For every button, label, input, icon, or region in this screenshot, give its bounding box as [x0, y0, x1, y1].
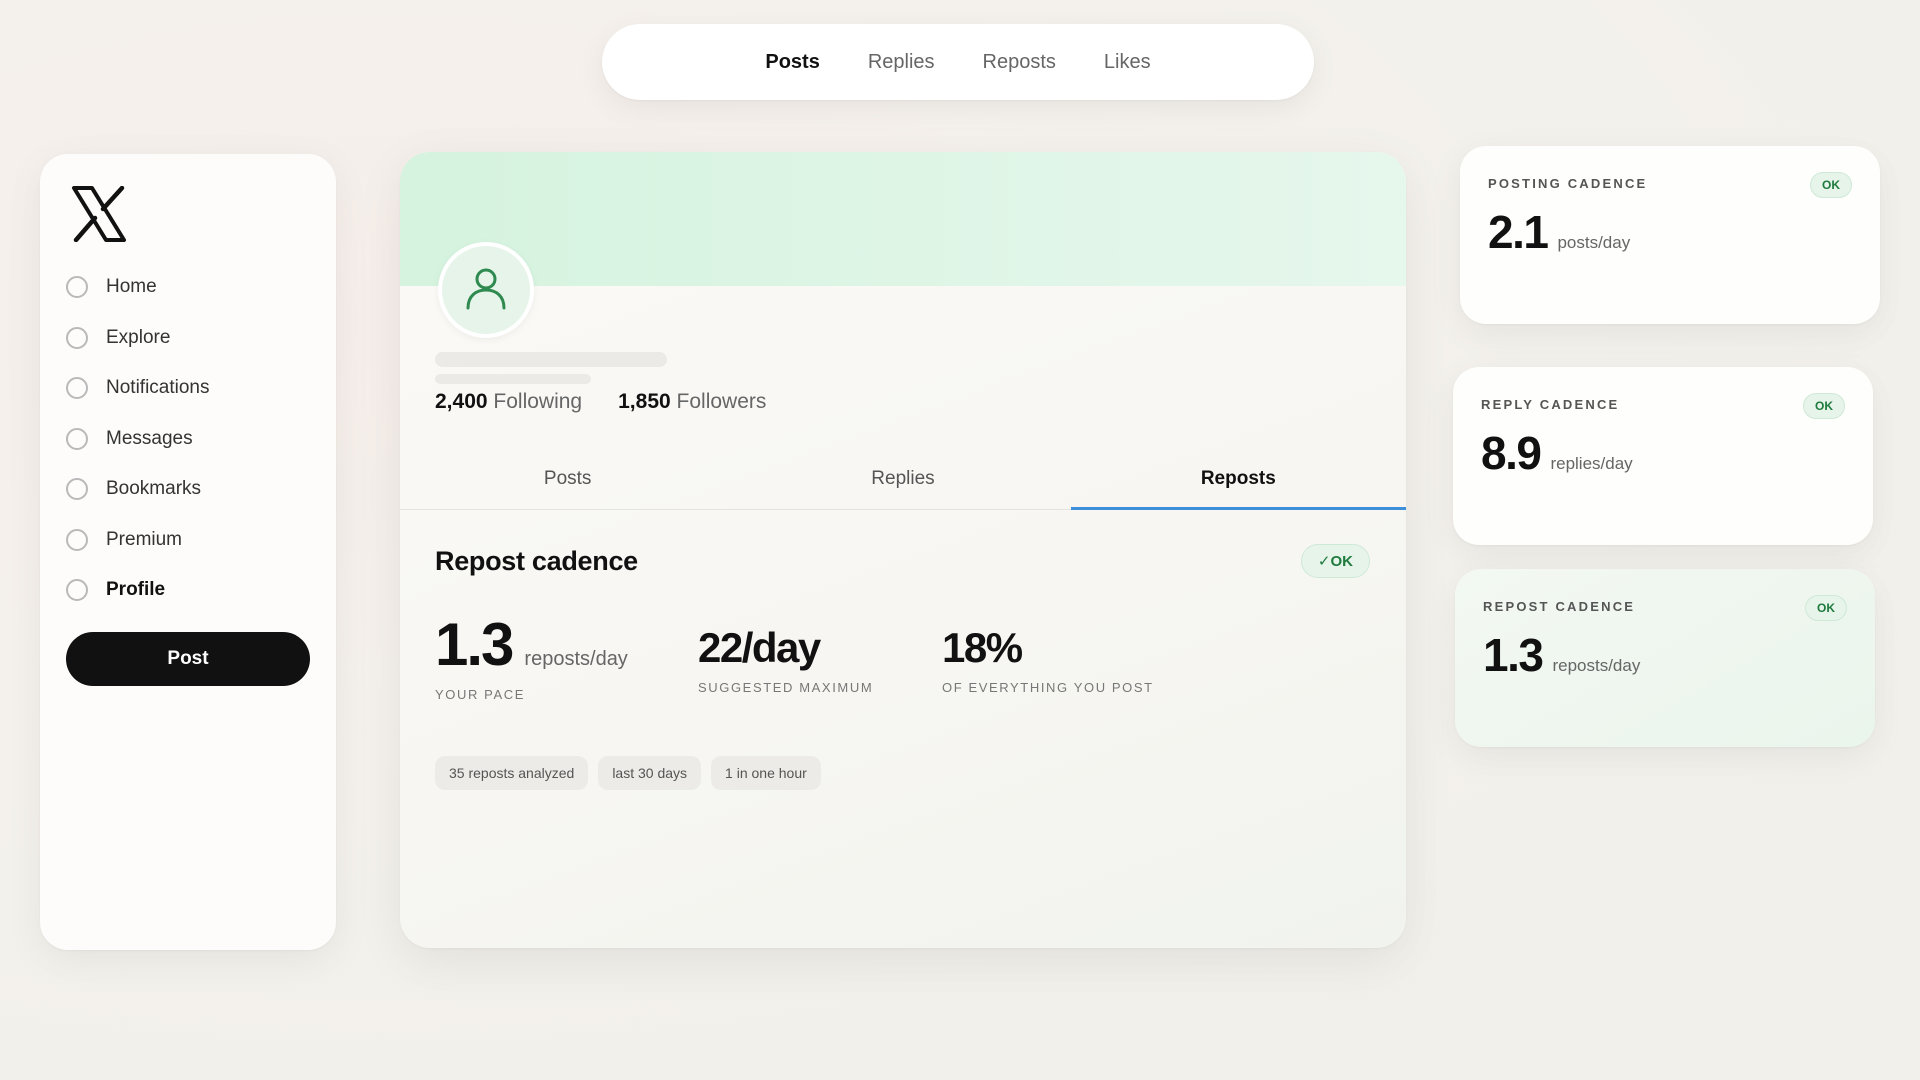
reply-cadence-card: REPLY CADENCE OK 8.9 replies/day — [1453, 367, 1873, 545]
circle-icon — [66, 478, 88, 501]
card-value: 2.1 — [1488, 206, 1549, 258]
sidebar-item-label: Bookmarks — [106, 478, 202, 500]
following-label: Following — [493, 390, 583, 413]
sidebar-item-label: Explore — [106, 326, 171, 348]
metric-value: 1.3 — [435, 611, 514, 678]
metric-caption: OF EVERYTHING YOU POST — [942, 680, 1154, 695]
tab-replies[interactable]: Replies — [735, 448, 1070, 509]
circle-icon — [66, 528, 88, 551]
circle-icon — [66, 326, 88, 349]
metric-suggested-maximum: 22/day SUGGESTED MAXIMUM — [698, 610, 873, 695]
sidebar-item-premium[interactable]: Premium — [66, 515, 310, 566]
sidebar-item-profile[interactable]: Profile — [66, 565, 310, 616]
sidebar-item-label: Profile — [106, 579, 166, 601]
metric-value: 22/day — [698, 624, 821, 671]
followers-count: 1,850 — [618, 390, 671, 413]
post-button[interactable]: Post — [66, 631, 310, 686]
chip-burst: 1 in one hour — [711, 756, 821, 790]
metric-caption: YOUR PACE — [435, 687, 526, 702]
repost-cadence-card: REPOST CADENCE OK 1.3 reposts/day — [1455, 569, 1875, 747]
chip-sample-size: 35 reposts analyzed — [435, 756, 589, 790]
posting-cadence-card: POSTING CADENCE OK 2.1 posts/day — [1460, 146, 1880, 324]
circle-icon — [66, 427, 88, 450]
sidebar: Home Explore Notifications Messages Book… — [40, 154, 336, 950]
sidebar-item-home[interactable]: Home — [66, 262, 310, 313]
profile-card: 2,400 Following 1,850 Followers Posts Re… — [400, 152, 1406, 948]
avatar[interactable] — [438, 242, 534, 338]
sidebar-item-notifications[interactable]: Notifications — [66, 363, 310, 414]
section-title: Repost cadence — [435, 546, 638, 576]
status-badge: OK — [1810, 172, 1852, 198]
name-placeholder — [435, 352, 667, 367]
card-unit: replies/day — [1550, 454, 1633, 473]
status-badge: ✓OK — [1300, 544, 1370, 578]
metric-unit: reposts/day — [524, 648, 628, 670]
info-chips: 35 reposts analyzed last 30 days 1 in on… — [435, 756, 821, 790]
sidebar-item-bookmarks[interactable]: Bookmarks — [66, 464, 310, 515]
tab-reposts[interactable]: Reposts — [1070, 448, 1406, 510]
metric-caption: SUGGESTED MAXIMUM — [698, 680, 874, 695]
sidebar-item-messages[interactable]: Messages — [66, 414, 310, 465]
sidebar-nav: Home Explore Notifications Messages Book… — [66, 262, 310, 616]
card-unit: reposts/day — [1552, 656, 1641, 675]
x-logo-icon[interactable] — [70, 185, 128, 243]
profile-tab-bar: Posts Replies Reposts — [400, 448, 1406, 510]
top-tab-bar: Posts Replies Reposts Likes — [602, 24, 1314, 100]
card-title: POSTING CADENCE — [1488, 176, 1648, 191]
sidebar-item-label: Notifications — [106, 377, 210, 399]
circle-icon — [66, 276, 88, 299]
sidebar-item-label: Home — [106, 276, 157, 298]
top-tab-posts[interactable]: Posts — [765, 51, 819, 74]
card-value: 1.3 — [1483, 629, 1544, 681]
following-stat[interactable]: 2,400 Following — [435, 390, 582, 414]
handle-placeholder — [435, 374, 591, 384]
chip-time-range: last 30 days — [598, 756, 702, 790]
followers-label: Followers — [676, 390, 767, 413]
tab-posts[interactable]: Posts — [400, 448, 735, 509]
profile-banner — [400, 152, 1406, 286]
card-unit: posts/day — [1557, 233, 1631, 252]
follow-stats: 2,400 Following 1,850 Followers — [435, 390, 766, 414]
user-icon — [460, 262, 512, 319]
sidebar-item-label: Messages — [106, 427, 193, 449]
metric-share-of-posts: 18% OF EVERYTHING YOU POST — [942, 610, 1154, 695]
sidebar-item-explore[interactable]: Explore — [66, 313, 310, 364]
followers-stat[interactable]: 1,850 Followers — [618, 390, 766, 414]
following-count: 2,400 — [435, 390, 488, 413]
card-value: 8.9 — [1481, 427, 1542, 479]
card-title: REPLY CADENCE — [1481, 397, 1620, 412]
status-badge: OK — [1803, 393, 1845, 419]
top-tab-replies[interactable]: Replies — [868, 51, 935, 74]
sidebar-item-label: Premium — [106, 528, 183, 550]
circle-icon — [66, 377, 88, 400]
metric-value: 18% — [942, 624, 1023, 671]
circle-icon — [66, 579, 88, 602]
card-title: REPOST CADENCE — [1483, 599, 1636, 614]
status-badge: OK — [1805, 595, 1847, 621]
top-tab-reposts[interactable]: Reposts — [983, 51, 1056, 74]
top-tab-likes[interactable]: Likes — [1104, 51, 1151, 74]
metric-your-pace: 1.3 reposts/day YOUR PACE — [435, 610, 628, 702]
